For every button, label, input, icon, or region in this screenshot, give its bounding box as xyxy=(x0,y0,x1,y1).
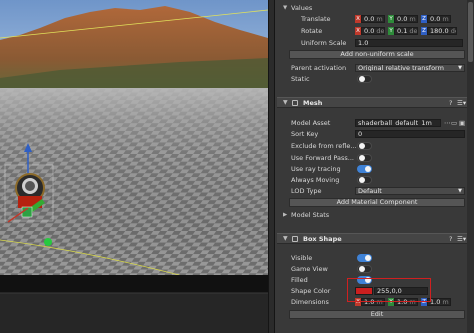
add-non-uniform-scale-button[interactable]: Add non-uniform scale xyxy=(289,50,465,59)
rotate-z-field[interactable]: 180.0 deg xyxy=(427,27,457,35)
always-moving-row: Always Moving xyxy=(275,175,474,185)
values-header-label: Values xyxy=(291,4,313,12)
help-icon[interactable]: ? xyxy=(449,234,452,244)
model-stats-row[interactable]: ▶ Model Stats xyxy=(275,210,474,220)
static-toggle[interactable] xyxy=(357,75,372,83)
translate-label: Translate xyxy=(301,15,331,23)
entity-inspector: ▼ Values Translate X 0.0 m Y 0.0 m Z 0.0… xyxy=(275,0,474,333)
add-material-component-button[interactable]: Add Material Component xyxy=(289,198,465,207)
exclude-reflection-toggle[interactable] xyxy=(357,142,372,150)
visible-toggle[interactable] xyxy=(357,254,372,262)
add-scale-row: Add non-uniform scale xyxy=(275,50,474,60)
rotate-row: Rotate X 0.0 deg Y 0.1 deg Z 180.0 deg xyxy=(275,26,474,36)
uniform-scale-field[interactable]: 1.0 xyxy=(355,39,463,47)
browse-icon[interactable]: ⋯ xyxy=(444,118,451,128)
box-shape-icon xyxy=(292,236,298,242)
folder-icon[interactable]: ▭ xyxy=(451,118,457,128)
model-stats-label: Model Stats xyxy=(291,211,330,219)
mesh-icon xyxy=(292,100,298,106)
edit-button[interactable]: Edit xyxy=(289,310,465,319)
translate-y-field[interactable]: 0.0 m xyxy=(394,15,418,23)
menu-icon[interactable]: ☰▾ xyxy=(457,98,466,108)
rotate-label: Rotate xyxy=(301,27,323,35)
exclude-reflection-row: Exclude from refle... xyxy=(275,141,474,151)
forward-pass-label: Use Forward Pass... xyxy=(291,154,354,162)
filled-label: Filled xyxy=(291,276,308,284)
edit-row: Edit xyxy=(275,310,474,320)
dimensions-label: Dimensions xyxy=(291,298,329,306)
editor-window: ▼ Values Translate X 0.0 m Y 0.0 m Z 0.0… xyxy=(0,0,474,333)
menu-icon[interactable]: ☰▾ xyxy=(457,234,466,244)
chevron-down-icon: ▼ xyxy=(458,188,462,194)
parent-activation-dropdown[interactable]: Original relative transform ▼ xyxy=(355,64,465,72)
box-shape-title: Box Shape xyxy=(303,235,342,243)
ray-tracing-toggle[interactable] xyxy=(357,165,372,173)
mesh-title: Mesh xyxy=(303,99,323,107)
box-shape-section-header[interactable]: ▼ Box Shape ? ☰▾ xyxy=(277,233,469,244)
forward-pass-row: Use Forward Pass... xyxy=(275,153,474,163)
values-header[interactable]: ▼ Values xyxy=(275,3,474,13)
viewport-scene xyxy=(0,0,268,333)
chevron-down-icon: ▼ xyxy=(283,99,288,106)
always-moving-toggle[interactable] xyxy=(357,176,372,184)
game-view-row: Game View xyxy=(275,264,474,274)
mesh-section-header[interactable]: ▼ Mesh ? ☰▾ xyxy=(277,97,469,108)
sort-key-field[interactable]: 0 xyxy=(355,130,465,138)
exclude-reflection-label: Exclude from refle... xyxy=(291,142,357,150)
scrollbar-thumb[interactable] xyxy=(468,2,473,62)
translate-z-field[interactable]: 0.0 m xyxy=(427,15,451,23)
uniform-scale-row: Uniform Scale 1.0 xyxy=(275,38,474,48)
visible-row: Visible xyxy=(275,253,474,263)
parent-activation-row: Parent activation Original relative tran… xyxy=(275,63,474,73)
inspector-scrollbar[interactable] xyxy=(467,0,474,333)
chevron-down-icon: ▼ xyxy=(458,65,462,71)
static-label: Static xyxy=(291,75,310,83)
viewport[interactable] xyxy=(0,0,268,333)
parent-activation-label: Parent activation xyxy=(291,64,347,72)
chevron-down-icon: ▼ xyxy=(283,5,288,11)
translate-x-field[interactable]: 0.0 m xyxy=(361,15,385,23)
uniform-scale-label: Uniform Scale xyxy=(301,39,347,47)
chevron-right-icon: ▶ xyxy=(283,212,288,218)
edit-asset-icon[interactable]: ▣ xyxy=(459,118,465,128)
visible-label: Visible xyxy=(291,254,313,262)
game-view-label: Game View xyxy=(291,265,328,273)
forward-pass-toggle[interactable] xyxy=(357,154,372,162)
lod-type-label: LOD Type xyxy=(291,187,322,195)
sort-key-label: Sort Key xyxy=(291,130,319,138)
translate-row: Translate X 0.0 m Y 0.0 m Z 0.0 m xyxy=(275,14,474,24)
ray-tracing-row: Use ray tracing xyxy=(275,164,474,174)
rotate-x-field[interactable]: 0.0 deg xyxy=(361,27,385,35)
game-view-toggle[interactable] xyxy=(357,265,372,273)
model-asset-field[interactable]: shaderball_default_1m xyxy=(355,119,441,127)
sort-key-row: Sort Key 0 xyxy=(275,129,474,139)
lod-type-row: LOD Type Default ▼ xyxy=(275,186,474,196)
rotate-y-field[interactable]: 0.1 deg xyxy=(394,27,418,35)
shape-color-label: Shape Color xyxy=(291,287,331,295)
static-row: Static xyxy=(275,74,474,84)
lod-type-dropdown[interactable]: Default ▼ xyxy=(355,187,465,195)
highlight-box xyxy=(347,278,431,302)
always-moving-label: Always Moving xyxy=(291,176,340,184)
model-asset-row: Model Asset shaderball_default_1m ⋯ ▭ ▣ xyxy=(275,118,474,128)
help-icon[interactable]: ? xyxy=(449,98,452,108)
add-material-row: Add Material Component xyxy=(275,198,474,208)
ray-tracing-label: Use ray tracing xyxy=(291,165,341,173)
chevron-down-icon: ▼ xyxy=(283,235,288,242)
model-asset-label: Model Asset xyxy=(291,119,331,127)
panel-splitter[interactable] xyxy=(268,0,275,333)
